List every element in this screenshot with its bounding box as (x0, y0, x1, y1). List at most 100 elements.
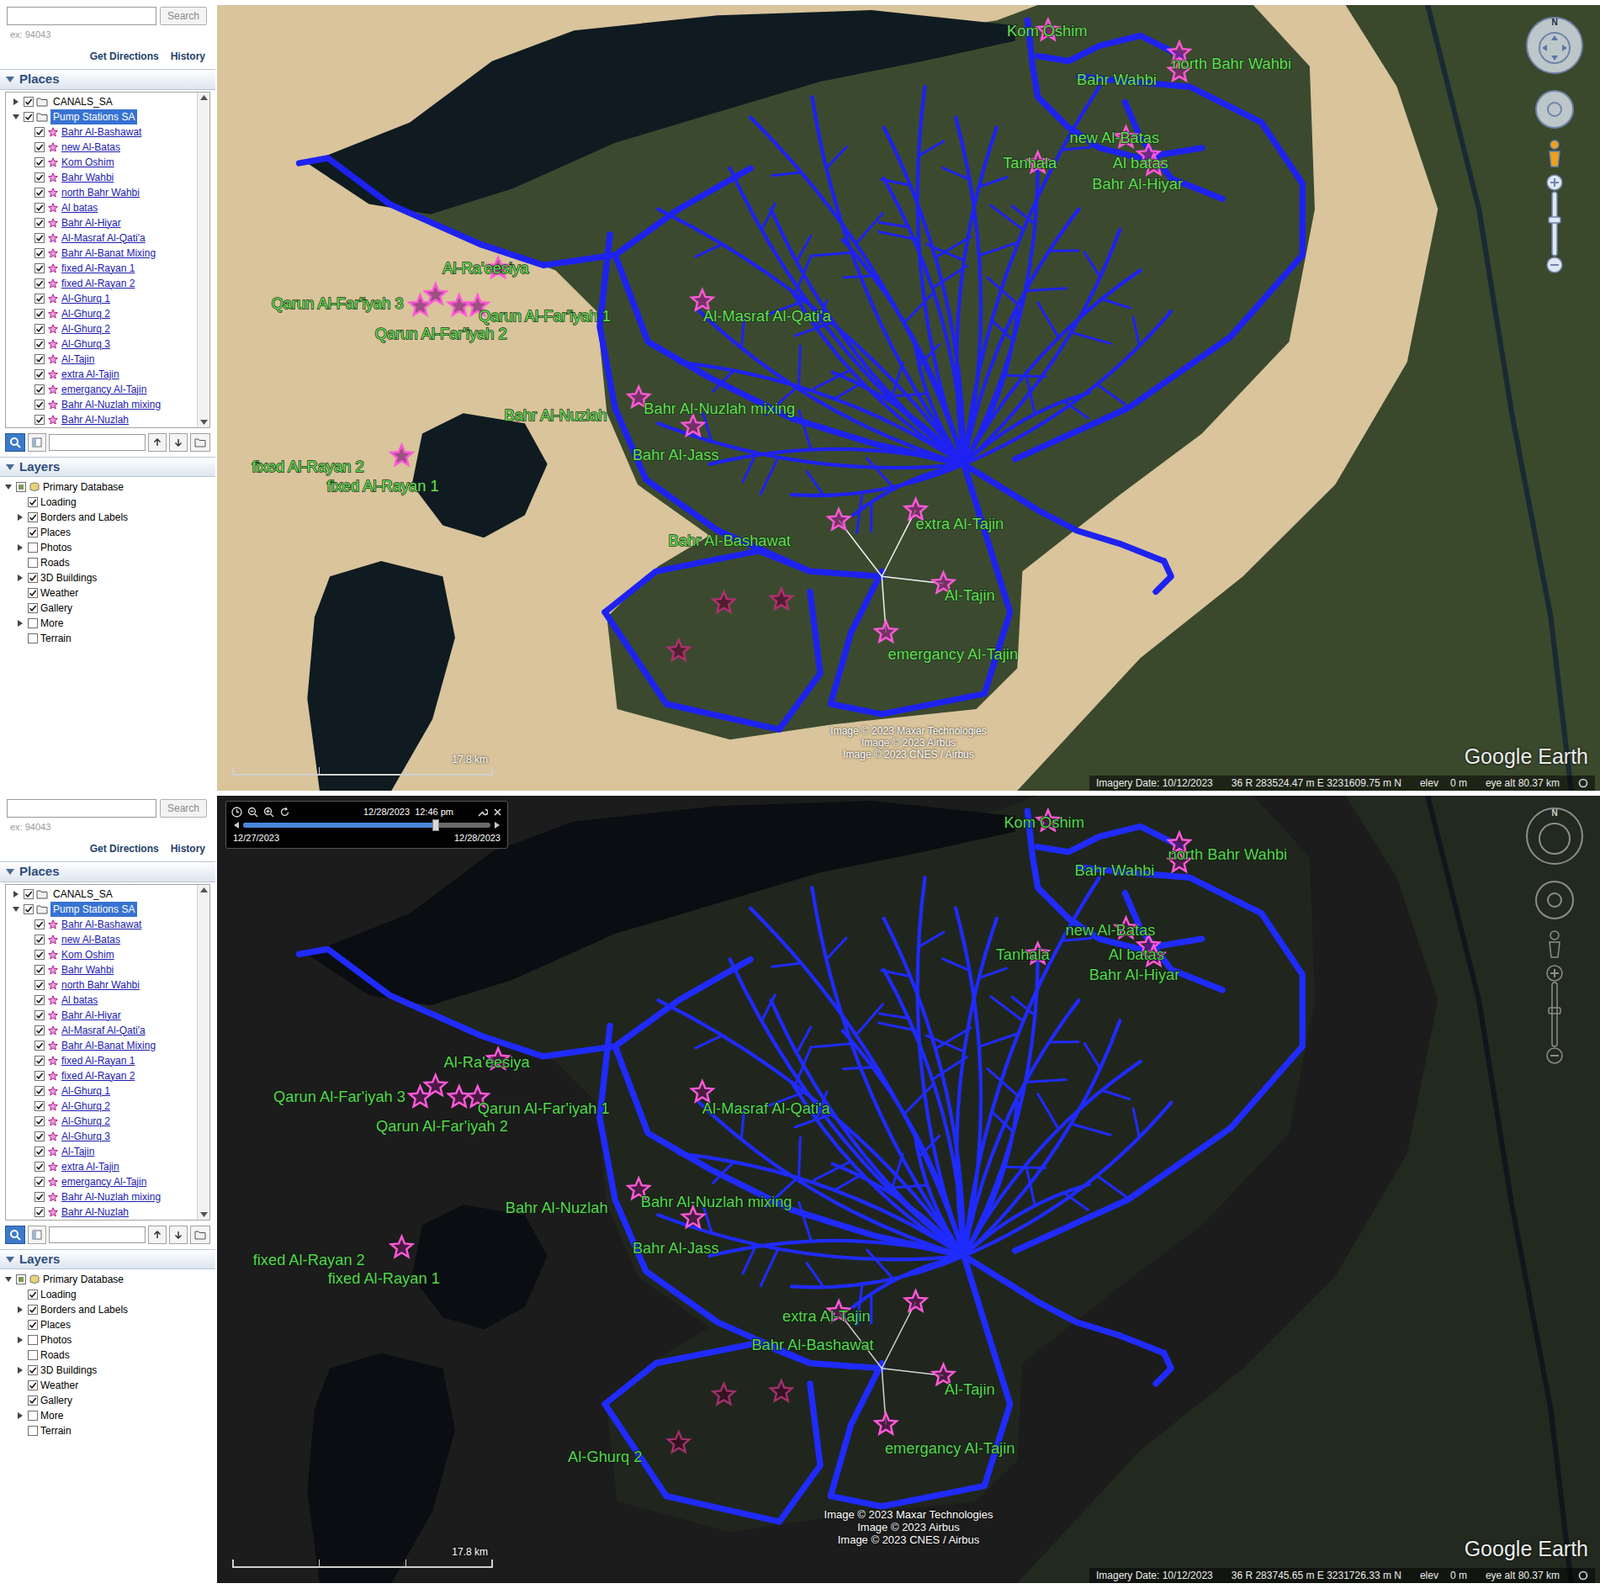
checkbox[interactable] (27, 1319, 38, 1330)
place-link[interactable]: fixed Al-Rayan 1 (61, 1053, 135, 1069)
checkbox[interactable] (34, 187, 45, 198)
place-link[interactable]: emergancy Al-Tajin (61, 381, 147, 398)
time-slider[interactable]: 12/28/2023 12:46 pm12/27/202312/28/2023 (225, 800, 509, 849)
checkbox[interactable] (34, 1161, 45, 1172)
place-row[interactable]: Al batas (5, 200, 197, 216)
place-link[interactable]: Bahr Al-Nuzlah mixing (61, 397, 161, 413)
place-link[interactable]: Al-Ghurq 2 (61, 1113, 111, 1129)
place-link[interactable]: Bahr Al-Nuzlah mixing (61, 1189, 161, 1205)
place-link[interactable]: Kom Oshim (61, 947, 115, 963)
marker-label[interactable]: Qarun Al-Far'iyah 2 (376, 1117, 509, 1135)
checkbox[interactable] (34, 293, 45, 304)
marker-label[interactable]: Al-Tajin (944, 1380, 996, 1399)
layer-label[interactable]: Primary Database (42, 479, 124, 495)
pump-station-star-icon[interactable] (667, 1431, 690, 1452)
expand-arrow-icon[interactable] (15, 1304, 26, 1315)
place-row[interactable]: Bahr Al-Banat Mixing (5, 245, 197, 261)
checkbox[interactable] (34, 414, 45, 425)
section-title[interactable]: Layers (19, 1250, 60, 1270)
checkbox[interactable] (27, 618, 38, 629)
pump-station-star-icon[interactable] (448, 1086, 471, 1107)
layer-row[interactable]: Terrain (0, 630, 216, 647)
place-row[interactable]: new Al-Batas (5, 932, 197, 948)
pump-station-star-icon[interactable] (424, 1075, 447, 1096)
folder-row[interactable]: CANALS_SA (5, 886, 197, 902)
checkbox[interactable] (27, 603, 38, 614)
layer-label[interactable]: Borders and Labels (40, 1302, 128, 1318)
place-row[interactable]: Al-Ghurq 1 (5, 291, 197, 307)
pump-station-star-icon[interactable] (391, 1236, 414, 1257)
place-link[interactable]: Al-Ghurq 2 (61, 321, 111, 337)
place-link[interactable]: new Al-Batas (61, 932, 121, 948)
place-row[interactable]: Al-Ghurq 3 (5, 336, 197, 352)
search-places-button[interactable] (5, 433, 26, 452)
place-link[interactable]: Bahr Al-Bashawat (61, 916, 142, 933)
place-row[interactable]: Al-Tajin (5, 1144, 197, 1160)
place-row[interactable]: Al-Ghurq 2 (5, 1113, 197, 1129)
map-view[interactable]: Kom Oshimnorth Bahr WahbiBahr Wahbinew A… (217, 5, 1600, 791)
move-down-button[interactable] (169, 433, 188, 452)
pump-station-star-icon[interactable] (874, 621, 897, 642)
collapse-arrow-icon[interactable] (10, 904, 22, 915)
place-row[interactable]: emergancy Al-Tajin (5, 381, 197, 398)
folder-label[interactable]: CANALS_SA (50, 94, 116, 110)
layer-label[interactable]: Weather (40, 585, 79, 601)
layer-row[interactable]: Borders and Labels (0, 509, 216, 525)
marker-label[interactable]: Al-Masraf Al-Qati'a (703, 307, 832, 325)
checkbox[interactable] (34, 233, 45, 244)
place-link[interactable]: Bahr Al-Nuzlah (61, 1204, 129, 1220)
layer-row[interactable]: Weather (0, 1377, 216, 1394)
marker-label[interactable]: Bahr Al-Jass (632, 1239, 720, 1257)
layer-label[interactable]: 3D Buildings (40, 1362, 97, 1378)
layer-row[interactable]: Places (0, 1317, 216, 1333)
place-link[interactable]: Bahr Al-Banat Mixing (61, 245, 156, 261)
expand-arrow-icon[interactable] (15, 542, 26, 553)
place-link[interactable]: Bahr Al-Bashawat (61, 124, 142, 140)
pump-station-star-icon[interactable] (424, 283, 447, 304)
time-thumb[interactable] (432, 819, 440, 832)
place-link[interactable]: Al-Ghurq 3 (61, 336, 111, 352)
place-row[interactable]: fixed Al-Rayan 1 (5, 1053, 197, 1069)
layer-row[interactable]: Roads (0, 1347, 216, 1363)
checkbox[interactable] (34, 1101, 45, 1112)
place-link[interactable]: Al-Ghurq 2 (61, 306, 111, 322)
place-row[interactable]: Bahr Al-Nuzlah mixing (5, 1189, 197, 1205)
checkbox[interactable] (27, 527, 38, 538)
place-row[interactable]: Bahr Al-Hiyar (5, 1007, 197, 1023)
checkbox[interactable] (27, 588, 38, 599)
place-link[interactable]: Bahr Al-Nuzlah (61, 412, 129, 428)
layer-label[interactable]: Roads (40, 555, 70, 571)
place-link[interactable]: north Bahr Wahbi (61, 185, 140, 201)
layer-row[interactable]: Terrain (0, 1423, 216, 1439)
section-header[interactable]: Places (0, 68, 216, 91)
checkbox[interactable] (34, 217, 45, 228)
checkbox[interactable] (34, 949, 45, 960)
marker-label[interactable]: Bahr Al-Bashawat (751, 1335, 874, 1354)
time-track[interactable] (243, 822, 491, 828)
folder-label[interactable]: Pump Stations SA (50, 901, 138, 917)
pump-station-star-icon[interactable] (713, 1383, 736, 1404)
marker-label[interactable]: Bahr Wahbi (1076, 70, 1157, 89)
marker-label[interactable]: Kom Oshim (1003, 813, 1084, 832)
marker-label[interactable]: fixed Al-Rayan 1 (326, 476, 439, 495)
pump-station-star-icon[interactable] (391, 445, 414, 466)
checkbox[interactable] (23, 889, 34, 900)
marker-label[interactable]: north Bahr Wahbi (1171, 54, 1292, 73)
checkbox[interactable] (34, 308, 45, 319)
checkbox[interactable] (27, 572, 38, 583)
place-link[interactable]: Bahr Al-Hiyar (61, 1007, 122, 1023)
layer-label[interactable]: Photos (40, 540, 72, 556)
marker-label[interactable]: Qarun Al-Far'iyah 2 (375, 324, 508, 343)
place-row[interactable]: Bahr Wahbi (5, 962, 197, 978)
pump-station-star-icon[interactable] (667, 639, 690, 660)
folder-row[interactable]: CANALS_SA (5, 94, 197, 110)
collapse-arrow-icon[interactable] (3, 482, 14, 493)
marker-label[interactable]: Al-Ra'eesiya (442, 259, 530, 277)
place-link[interactable]: new Al-Batas (61, 139, 121, 155)
place-link[interactable]: Al-Ghurq 1 (61, 1083, 111, 1099)
search-button[interactable]: Search (159, 6, 207, 26)
layer-label[interactable]: Places (40, 524, 71, 541)
checkbox[interactable] (34, 1146, 45, 1157)
layer-row[interactable]: Primary Database (0, 1271, 216, 1288)
layer-row[interactable]: Gallery (0, 1393, 216, 1409)
